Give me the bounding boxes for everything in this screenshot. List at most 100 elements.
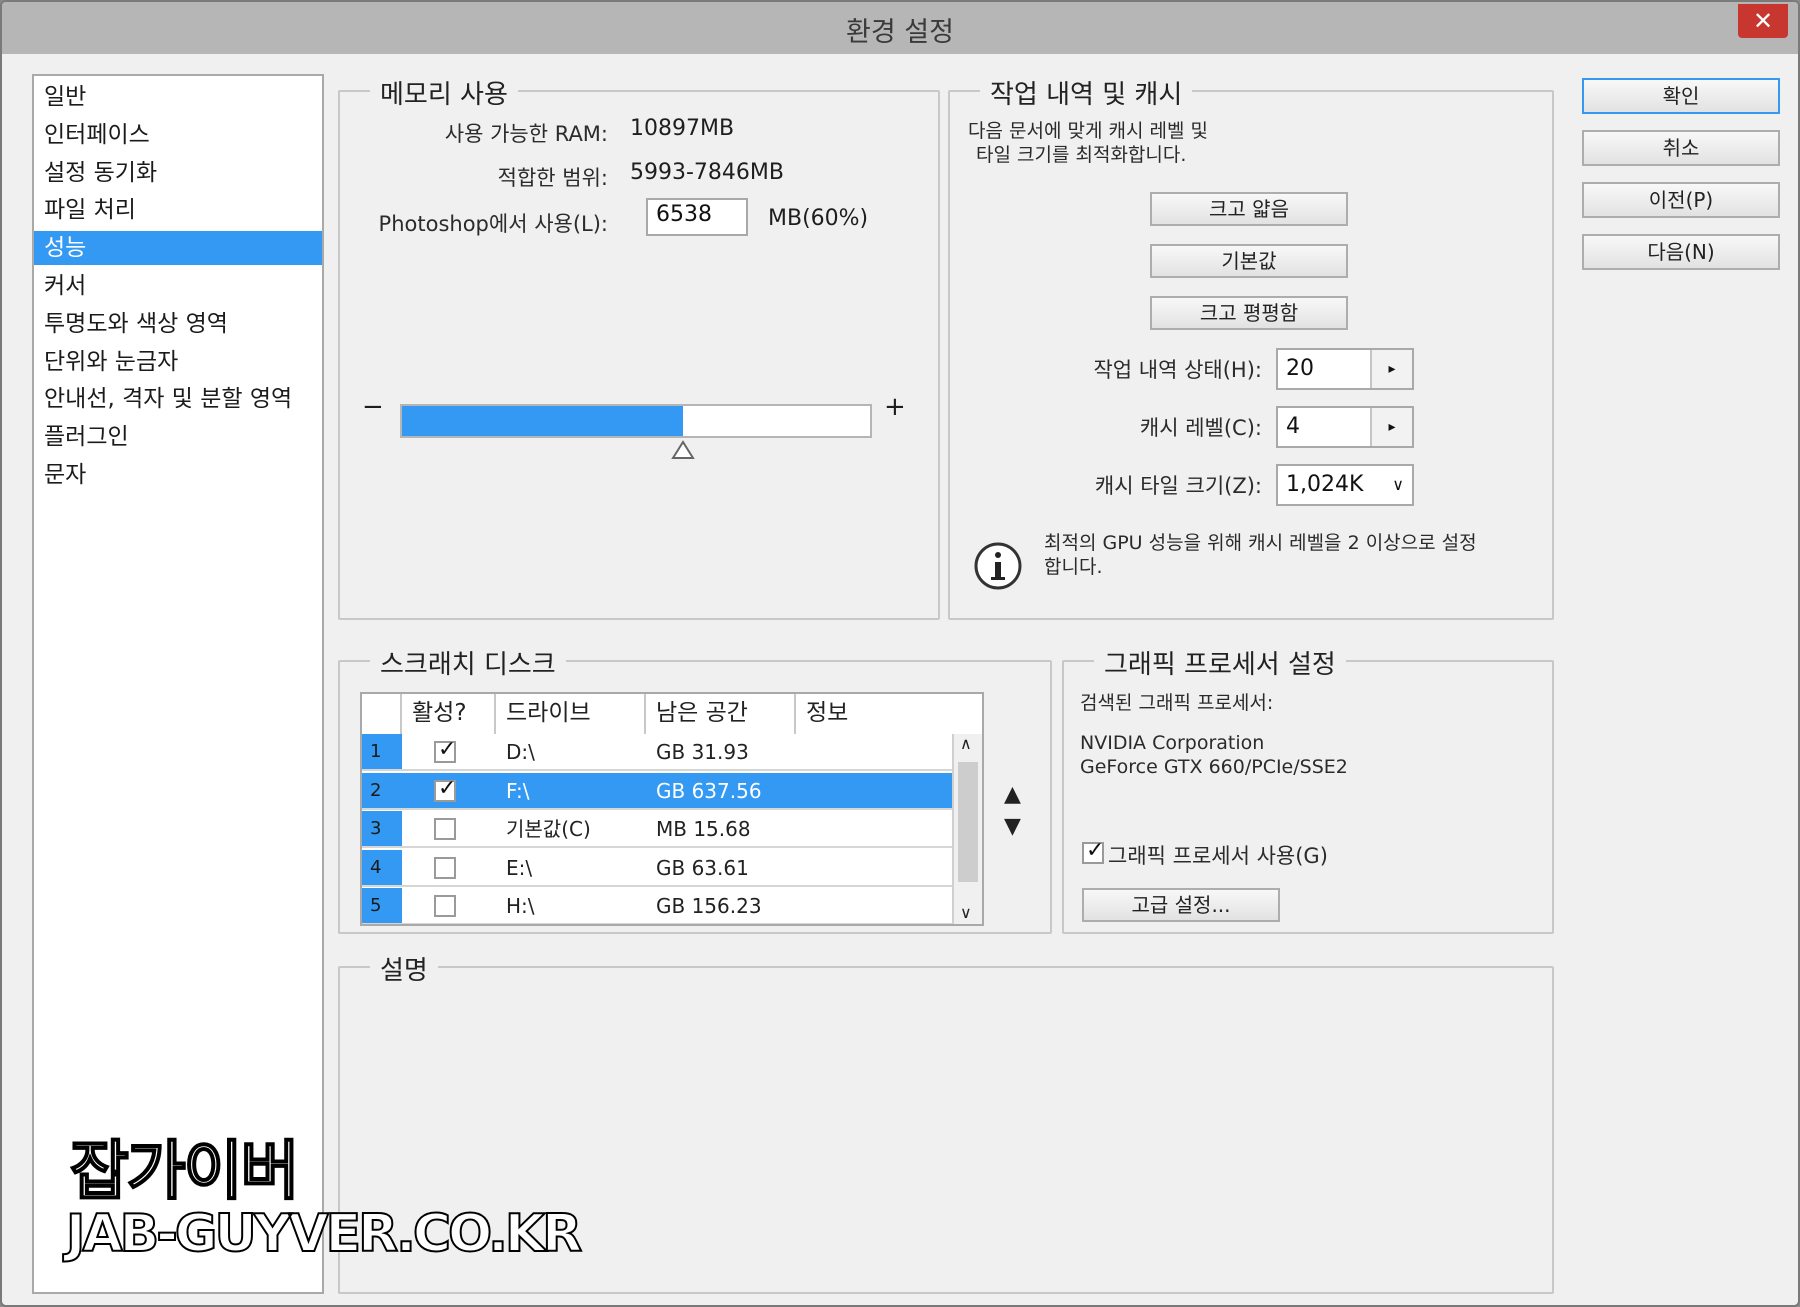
free-space-cell: MB 15.68 bbox=[656, 817, 751, 841]
info-icon bbox=[974, 542, 1022, 590]
column-header-active[interactable]: 활성? bbox=[402, 694, 496, 734]
gpu-info-line1: 최적의 GPU 성능을 위해 캐시 레벨을 2 이상으로 설정 bbox=[1044, 532, 1477, 554]
nav-item[interactable]: 일반 bbox=[34, 80, 322, 114]
drive-cell: E:\ bbox=[506, 855, 533, 880]
free-space-cell: GB 63.61 bbox=[656, 855, 749, 880]
memory-slider-fill bbox=[402, 406, 683, 436]
row-cells: 기본값(C) MB 15.68 bbox=[402, 811, 952, 846]
ideal-range-label: 적합한 범위: bbox=[497, 166, 608, 190]
active-checkbox[interactable]: ✓ bbox=[434, 737, 456, 763]
move-down-icon[interactable]: ▼ bbox=[1004, 814, 1021, 839]
previous-button[interactable]: 이전(P) bbox=[1582, 182, 1780, 218]
checkmark-icon: ✓ bbox=[438, 737, 457, 762]
chevron-up-icon[interactable]: ∧ bbox=[960, 734, 972, 753]
use-gpu-checkbox[interactable]: ✓ bbox=[1082, 838, 1104, 864]
nav-item[interactable]: 플러그인 bbox=[34, 420, 322, 454]
row-number: 4 bbox=[362, 849, 402, 885]
drive-cell: F:\ bbox=[506, 778, 530, 803]
cancel-button[interactable]: 취소 bbox=[1582, 130, 1780, 166]
row-number: 5 bbox=[362, 888, 402, 923]
optimize-desc-line1: 다음 문서에 맞게 캐시 레벨 및 bbox=[968, 120, 1208, 142]
memory-use-input[interactable]: 6538 bbox=[646, 198, 748, 236]
nav-item[interactable]: 투명도와 색상 영역 bbox=[34, 307, 322, 341]
memory-slider[interactable] bbox=[400, 404, 872, 438]
row-number: 1 bbox=[362, 734, 402, 769]
column-header-info[interactable]: 정보 bbox=[796, 694, 982, 734]
history-states-spin-button[interactable]: ▸ bbox=[1370, 350, 1412, 388]
cache-tile-size-select[interactable]: 1,024K ∨ bbox=[1276, 464, 1414, 506]
move-up-icon[interactable]: ▲ bbox=[1004, 782, 1021, 807]
history-cache-title: 작업 내역 및 캐시 bbox=[980, 74, 1193, 111]
memory-slider-thumb[interactable] bbox=[670, 438, 695, 460]
title-bar[interactable]: 환경 설정 ✕ bbox=[2, 2, 1798, 54]
nav-item[interactable]: 안내선, 격자 및 분할 영역 bbox=[34, 382, 322, 416]
use-gpu-label: 그래픽 프로세서 사용(G) bbox=[1108, 844, 1328, 868]
scratch-disks-table: 활성? 드라이브 남은 공간 정보 ∧ ∨ 1 ✓ D:\ GB 31.93 2 ✓ F:\… bbox=[360, 692, 984, 926]
row-number-header bbox=[362, 694, 402, 734]
history-states-input[interactable]: 20 ▸ bbox=[1276, 348, 1414, 390]
checkmark-icon: ✓ bbox=[438, 775, 457, 801]
table-row[interactable]: 5 H:\ GB 156.23 bbox=[362, 888, 952, 924]
active-checkbox[interactable] bbox=[434, 818, 456, 840]
memory-increase-button[interactable]: + bbox=[884, 392, 906, 422]
column-header-free-space[interactable]: 남은 공간 bbox=[646, 694, 796, 734]
nav-item[interactable]: 커서 bbox=[34, 269, 322, 303]
gpu-vendor: NVIDIA Corporation bbox=[1080, 732, 1265, 754]
memory-use-suffix: MB(60%) bbox=[768, 206, 869, 231]
gpu-model: GeForce GTX 660/PCIe/SSE2 bbox=[1080, 756, 1348, 778]
nav-item[interactable]: 문자 bbox=[34, 458, 322, 492]
triangle-right-icon: ▸ bbox=[1388, 419, 1396, 435]
row-number: 2 bbox=[362, 772, 402, 808]
graphics-processor-group: 그래픽 프로세서 설정 검색된 그래픽 프로세서: NVIDIA Corpora… bbox=[1062, 644, 1554, 934]
category-list: 일반인터페이스설정 동기화 파일 처리성능 커서투명도와 색상 영역단위와 눈금자 안… bbox=[32, 74, 324, 1294]
row-number: 3 bbox=[362, 811, 402, 846]
nav-item[interactable]: 인터페이스 bbox=[34, 118, 322, 152]
table-row[interactable]: 1 ✓ D:\ GB 31.93 bbox=[362, 734, 952, 771]
history-states-value: 20 bbox=[1286, 356, 1314, 381]
advanced-settings-button[interactable]: 고급 설정... bbox=[1082, 888, 1280, 922]
watermark-url: JAB-GUYVER.CO.KR bbox=[65, 1203, 583, 1265]
watermark-title: 잡가이버 bbox=[69, 1134, 301, 1210]
nav-item[interactable]: 설정 동기화 bbox=[34, 156, 322, 190]
table-scrollbar[interactable]: ∧ ∨ bbox=[952, 734, 982, 924]
table-row[interactable]: 4 E:\ GB 63.61 bbox=[362, 849, 952, 887]
active-checkbox[interactable] bbox=[434, 856, 456, 879]
cache-levels-spin-button[interactable]: ▸ bbox=[1370, 408, 1412, 446]
row-cells: ✓ D:\ GB 31.93 bbox=[402, 734, 952, 769]
table-row[interactable]: 2 ✓ F:\ GB 637.56 bbox=[362, 772, 952, 810]
big-flat-button[interactable]: 크고 평평함 bbox=[1150, 296, 1348, 330]
next-button[interactable]: 다음(N) bbox=[1582, 234, 1780, 270]
chevron-down-icon: ∨ bbox=[1392, 475, 1404, 494]
checkmark-icon: ✓ bbox=[1086, 838, 1105, 863]
drive-cell: D:\ bbox=[506, 740, 535, 764]
window-title: 환경 설정 bbox=[846, 17, 954, 48]
cache-levels-input[interactable]: 4 ▸ bbox=[1276, 406, 1414, 448]
active-checkbox[interactable] bbox=[434, 895, 456, 917]
active-checkbox[interactable]: ✓ bbox=[434, 776, 456, 802]
memory-decrease-button[interactable]: − bbox=[362, 392, 384, 422]
drive-cell: 기본값(C) bbox=[506, 817, 591, 841]
table-row[interactable]: 3 기본값(C) MB 15.68 bbox=[362, 811, 952, 848]
description-title: 설명 bbox=[370, 950, 438, 987]
nav-item[interactable]: 파일 처리 bbox=[34, 193, 322, 227]
column-header-drive[interactable]: 드라이브 bbox=[496, 694, 646, 734]
drive-cell: H:\ bbox=[506, 894, 535, 918]
nav-item[interactable]: 단위와 눈금자 bbox=[34, 345, 322, 379]
close-button[interactable]: ✕ bbox=[1738, 4, 1788, 38]
nav-item[interactable]: 성능 bbox=[34, 231, 322, 266]
graphics-processor-title: 그래픽 프로세서 설정 bbox=[1094, 644, 1346, 681]
row-cells: E:\ GB 63.61 bbox=[402, 850, 952, 885]
optimize-desc-line2: 타일 크기를 최적화합니다. bbox=[976, 144, 1187, 166]
ideal-range-value: 5993-7846MB bbox=[630, 160, 784, 185]
default-button[interactable]: 기본값 bbox=[1150, 244, 1348, 278]
memory-usage-group: 메모리 사용 사용 가능한 RAM: 10897MB 적합한 범위: 5993-… bbox=[338, 74, 940, 620]
free-space-cell: GB 156.23 bbox=[656, 894, 762, 918]
scrollbar-thumb[interactable] bbox=[958, 762, 978, 882]
gpu-info-line2: 합니다. bbox=[1044, 556, 1103, 578]
row-cells: ✓ F:\ GB 637.56 bbox=[402, 772, 952, 808]
triangle-right-icon: ▸ bbox=[1388, 361, 1396, 377]
ok-button[interactable]: 확인 bbox=[1582, 78, 1780, 114]
chevron-down-icon[interactable]: ∨ bbox=[960, 903, 972, 922]
tall-thin-button[interactable]: 크고 얇음 bbox=[1150, 192, 1348, 226]
free-space-cell: GB 31.93 bbox=[656, 740, 749, 764]
